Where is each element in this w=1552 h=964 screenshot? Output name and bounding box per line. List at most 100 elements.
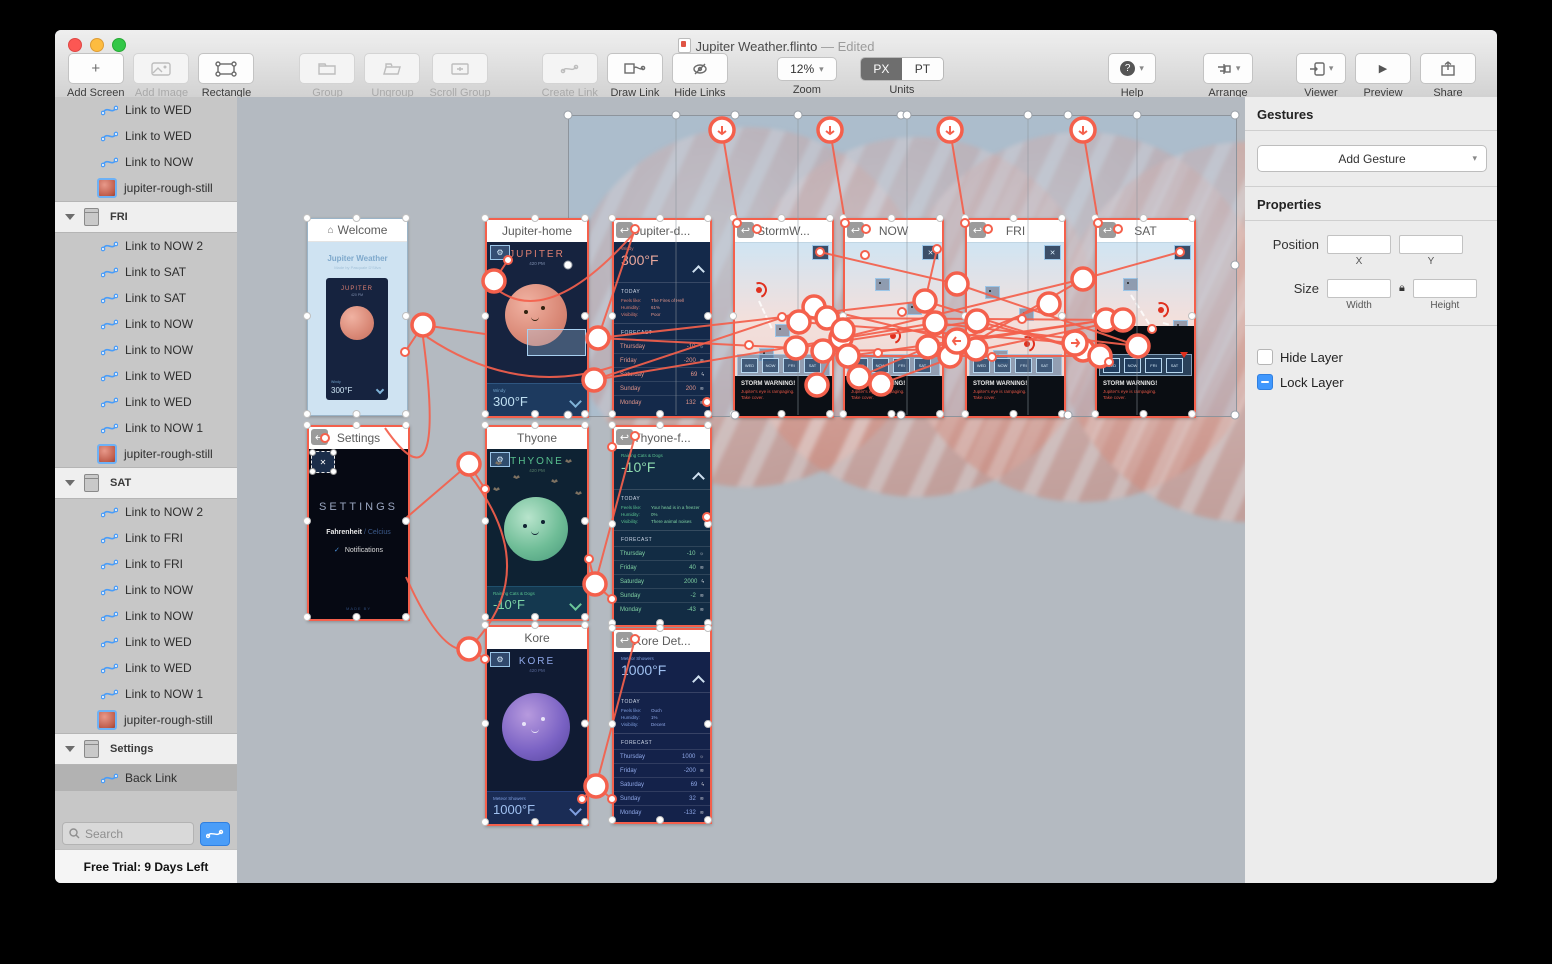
screen-sat-body[interactable]: ✕ WEDNOWFRISAT STORM WARNING! Jupiter's …: [1097, 242, 1194, 416]
sidebar-item[interactable]: Link to WED: [55, 363, 237, 389]
sidebar-item[interactable]: Link to WED: [55, 123, 237, 149]
screen-fri-body[interactable]: ✕ WEDNOWFRISAT STORM WARNING! Jupiter's …: [967, 242, 1064, 416]
help-button[interactable]: ? ▾ Help: [1108, 53, 1156, 99]
settings-gear-hotspot[interactable]: ⚙: [490, 245, 510, 260]
day-tab[interactable]: WED: [851, 358, 868, 373]
screen-fri[interactable]: ↩ FRI ✕ WEDNOWFRISAT STORM WARNING! Jupi…: [965, 218, 1066, 418]
group-button[interactable]: Group: [299, 53, 355, 99]
back-icon[interactable]: ↩: [847, 222, 864, 238]
screen-jupiter-detail-title[interactable]: ↩ Jupiter-d...: [614, 220, 710, 243]
day-timeline[interactable]: WEDNOWFRISAT: [1099, 354, 1192, 376]
screen-now-title[interactable]: ↩ NOW: [845, 220, 942, 243]
lock-layer-checkbox[interactable]: [1257, 374, 1273, 390]
sidebar-item[interactable]: Link to NOW 2: [55, 499, 237, 525]
day-timeline[interactable]: WEDNOWFRISAT: [737, 354, 830, 376]
screen-thyone[interactable]: Thyone ⚙ THYONE 420 PM Raining Cats & Do…: [485, 425, 589, 621]
day-tab[interactable]: WED: [973, 358, 990, 373]
screen-kore-title[interactable]: Kore: [487, 627, 587, 650]
selected-close-button[interactable]: ✕: [311, 451, 335, 473]
disclosure-triangle-icon[interactable]: [65, 746, 75, 752]
sidebar-item[interactable]: Link to WED: [55, 655, 237, 681]
share-button[interactable]: Share: [1420, 53, 1476, 99]
back-icon[interactable]: ↩: [616, 632, 633, 648]
sidebar-item[interactable]: Link to FRI: [55, 525, 237, 551]
size-width-input[interactable]: [1327, 279, 1391, 298]
settings-gear-hotspot[interactable]: ⚙: [490, 652, 510, 667]
day-tab[interactable]: NOW: [872, 358, 889, 373]
disclosure-triangle-icon[interactable]: [65, 214, 75, 220]
day-tab[interactable]: WED: [741, 358, 758, 373]
temp-bar[interactable]: Windy 300°F: [487, 383, 587, 416]
screen-kore-detail-title[interactable]: ↩ Kore Det...: [614, 630, 710, 653]
screen-sat[interactable]: ↩ SAT ✕ WEDNOWFRISAT STORM WARNING! Jupi…: [1095, 218, 1196, 418]
screen-settings[interactable]: ↩ Settings ✕ SETTINGS Fahrenheit / Celci…: [307, 425, 410, 621]
day-tab[interactable]: FRI: [893, 358, 910, 373]
screen-thyone-detail-title[interactable]: ↩ Thyone-f...: [614, 427, 710, 450]
viewer-button[interactable]: ▾ Viewer: [1296, 53, 1346, 99]
canvas[interactable]: ⌂ Welcome Jupiter Weather Made by Pasqua…: [237, 97, 1245, 883]
day-tab[interactable]: SAT: [804, 358, 821, 373]
screen-sat-title[interactable]: ↩ SAT: [1097, 220, 1194, 243]
size-height-input[interactable]: [1413, 279, 1477, 298]
close-hotspot[interactable]: ✕: [812, 245, 829, 260]
add-screen-button[interactable]: + Add Screen: [67, 53, 124, 99]
screen-welcome-title[interactable]: ⌂ Welcome: [308, 219, 407, 242]
screen-jupiter-home-title[interactable]: Jupiter-home: [487, 220, 587, 243]
zoom-control[interactable]: 12%▾ Zoom: [777, 53, 837, 96]
day-tab[interactable]: NOW: [994, 358, 1011, 373]
scroll-group-button[interactable]: Scroll Group: [429, 53, 490, 99]
sidebar-item[interactable]: Link to WED: [55, 389, 237, 415]
day-tab[interactable]: FRI: [1145, 358, 1162, 373]
settings-gear-hotspot[interactable]: ⚙: [490, 452, 510, 467]
units-px-segment[interactable]: PX: [861, 58, 902, 80]
screen-kore-detail-body[interactable]: Meteor Showers 1000°F TODAY Feels like:O…: [614, 652, 710, 822]
position-x-input[interactable]: [1327, 235, 1391, 254]
lock-icon[interactable]: 🔒︎: [1399, 279, 1405, 295]
close-hotspot[interactable]: ✕: [922, 245, 939, 260]
sidebar-item[interactable]: Link to WED: [55, 97, 237, 123]
screen-now-body[interactable]: ✕ WEDNOWFRISAT STORM WARNING! Jupiter's …: [845, 242, 942, 416]
screen-jupiter-home[interactable]: Jupiter-home ⚙ JUPITER 420 PM Windy 300°…: [485, 218, 589, 418]
sidebar-group-fri[interactable]: FRI: [55, 201, 237, 233]
screen-settings-title[interactable]: ↩ Settings: [309, 427, 408, 450]
back-icon[interactable]: ↩: [616, 222, 633, 238]
day-tab[interactable]: FRI: [1015, 358, 1032, 373]
sidebar-group-sat[interactable]: SAT: [55, 467, 237, 499]
back-icon[interactable]: ↩: [737, 222, 754, 238]
screen-welcome-body[interactable]: Jupiter Weather Made by Pasquale D'Silva…: [308, 242, 407, 415]
units-pt-segment[interactable]: PT: [902, 58, 943, 80]
sidebar-item[interactable]: Link to SAT: [55, 259, 237, 285]
screen-jupiter-detail[interactable]: ↩ Jupiter-d... Windy 300°F TODAY Feels l…: [612, 218, 712, 418]
screen-now[interactable]: ↩ NOW ✕ WEDNOWFRISAT STORM WARNING! Jupi…: [843, 218, 944, 418]
screen-welcome[interactable]: ⌂ Welcome Jupiter Weather Made by Pasqua…: [307, 218, 408, 416]
screen-thyone-detail[interactable]: ↩ Thyone-f... Raining Cats & Dogs -10°F …: [612, 425, 712, 627]
create-link-button[interactable]: Create Link: [542, 53, 598, 99]
search-input[interactable]: Search: [62, 822, 194, 845]
back-icon[interactable]: ↩: [311, 429, 328, 445]
sidebar-item[interactable]: Link to FRI: [55, 551, 237, 577]
arrange-button[interactable]: ▾ Arrange: [1203, 53, 1253, 99]
sidebar-item[interactable]: jupiter-rough-still: [55, 441, 237, 467]
day-tab[interactable]: NOW: [762, 358, 779, 373]
screen-stormwarning-body[interactable]: ✕ WEDNOWFRISAT STORM WARNING! Jupiter's …: [735, 242, 832, 416]
hide-layer-checkbox[interactable]: [1257, 349, 1273, 365]
back-icon[interactable]: ↩: [616, 429, 633, 445]
draw-link-button[interactable]: Draw Link: [607, 53, 663, 99]
link-filter-button[interactable]: [200, 822, 230, 846]
day-timeline[interactable]: WEDNOWFRISAT: [847, 354, 940, 376]
screen-settings-body[interactable]: ✕ SETTINGS Fahrenheit / Celcius ✓ Notifi…: [309, 449, 408, 619]
sidebar-item[interactable]: Link to NOW 1: [55, 681, 237, 707]
temp-bar[interactable]: Meteor Showers 1000°F: [487, 791, 587, 824]
close-hotspot[interactable]: ✕: [1044, 245, 1061, 260]
notifications-toggle[interactable]: ✓ Notifications: [309, 546, 408, 554]
screen-jupiter-detail-body[interactable]: Windy 300°F TODAY Feels like:The Fires o…: [614, 242, 710, 416]
day-tab[interactable]: SAT: [1036, 358, 1053, 373]
screen-kore-detail[interactable]: ↩ Kore Det... Meteor Showers 1000°F TODA…: [612, 628, 712, 824]
sidebar-item[interactable]: Link to NOW: [55, 603, 237, 629]
sidebar-item[interactable]: Link to NOW: [55, 311, 237, 337]
day-timeline[interactable]: WED NOW FRI SAT: [969, 354, 1062, 376]
ungroup-button[interactable]: Ungroup: [364, 53, 420, 99]
sidebar-item[interactable]: Link to NOW: [55, 337, 237, 363]
day-tab[interactable]: NOW: [1124, 358, 1141, 373]
screen-thyone-detail-body[interactable]: Raining Cats & Dogs -10°F TODAY Feels li…: [614, 449, 710, 625]
